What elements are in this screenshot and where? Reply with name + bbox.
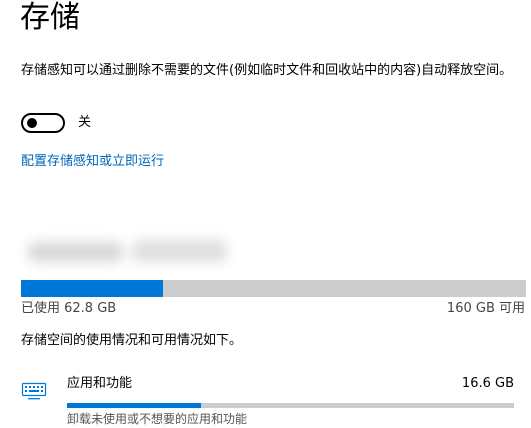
free-space-label: 160 GB 可用 [446,301,525,316]
drive-usage-bar [21,280,526,297]
blurred-drive-label [20,232,248,270]
apps-keyboard-icon [21,380,47,404]
drive-usage-fill [21,280,164,297]
storage-sense-toggle-row: 关 [21,112,91,134]
toggle-knob [27,118,37,128]
category-size: 16.6 GB [461,376,514,391]
usage-section-description: 存储空间的使用情况和可用情况如下。 [21,333,243,348]
configure-storage-sense-link[interactable]: 配置存储感知或立即运行 [21,152,164,172]
toggle-state-label: 关 [78,115,92,130]
category-subtitle: 卸载未使用或不想要的应用和功能 [67,412,248,426]
category-apps-features[interactable]: 应用和功能 16.6 GB 卸载未使用或不想要的应用和功能 [21,372,526,426]
category-usage-fill [67,403,202,408]
category-usage-bar [67,403,514,408]
used-space-label: 已使用 62.8 GB [21,301,117,316]
storage-sense-toggle[interactable] [21,113,65,133]
category-name: 应用和功能 [67,376,133,391]
page-title: 存储 [20,0,80,35]
storage-sense-description: 存储感知可以通过删除不需要的文件(例如临时文件和回收站中的内容)自动释放空间。 [21,63,513,78]
